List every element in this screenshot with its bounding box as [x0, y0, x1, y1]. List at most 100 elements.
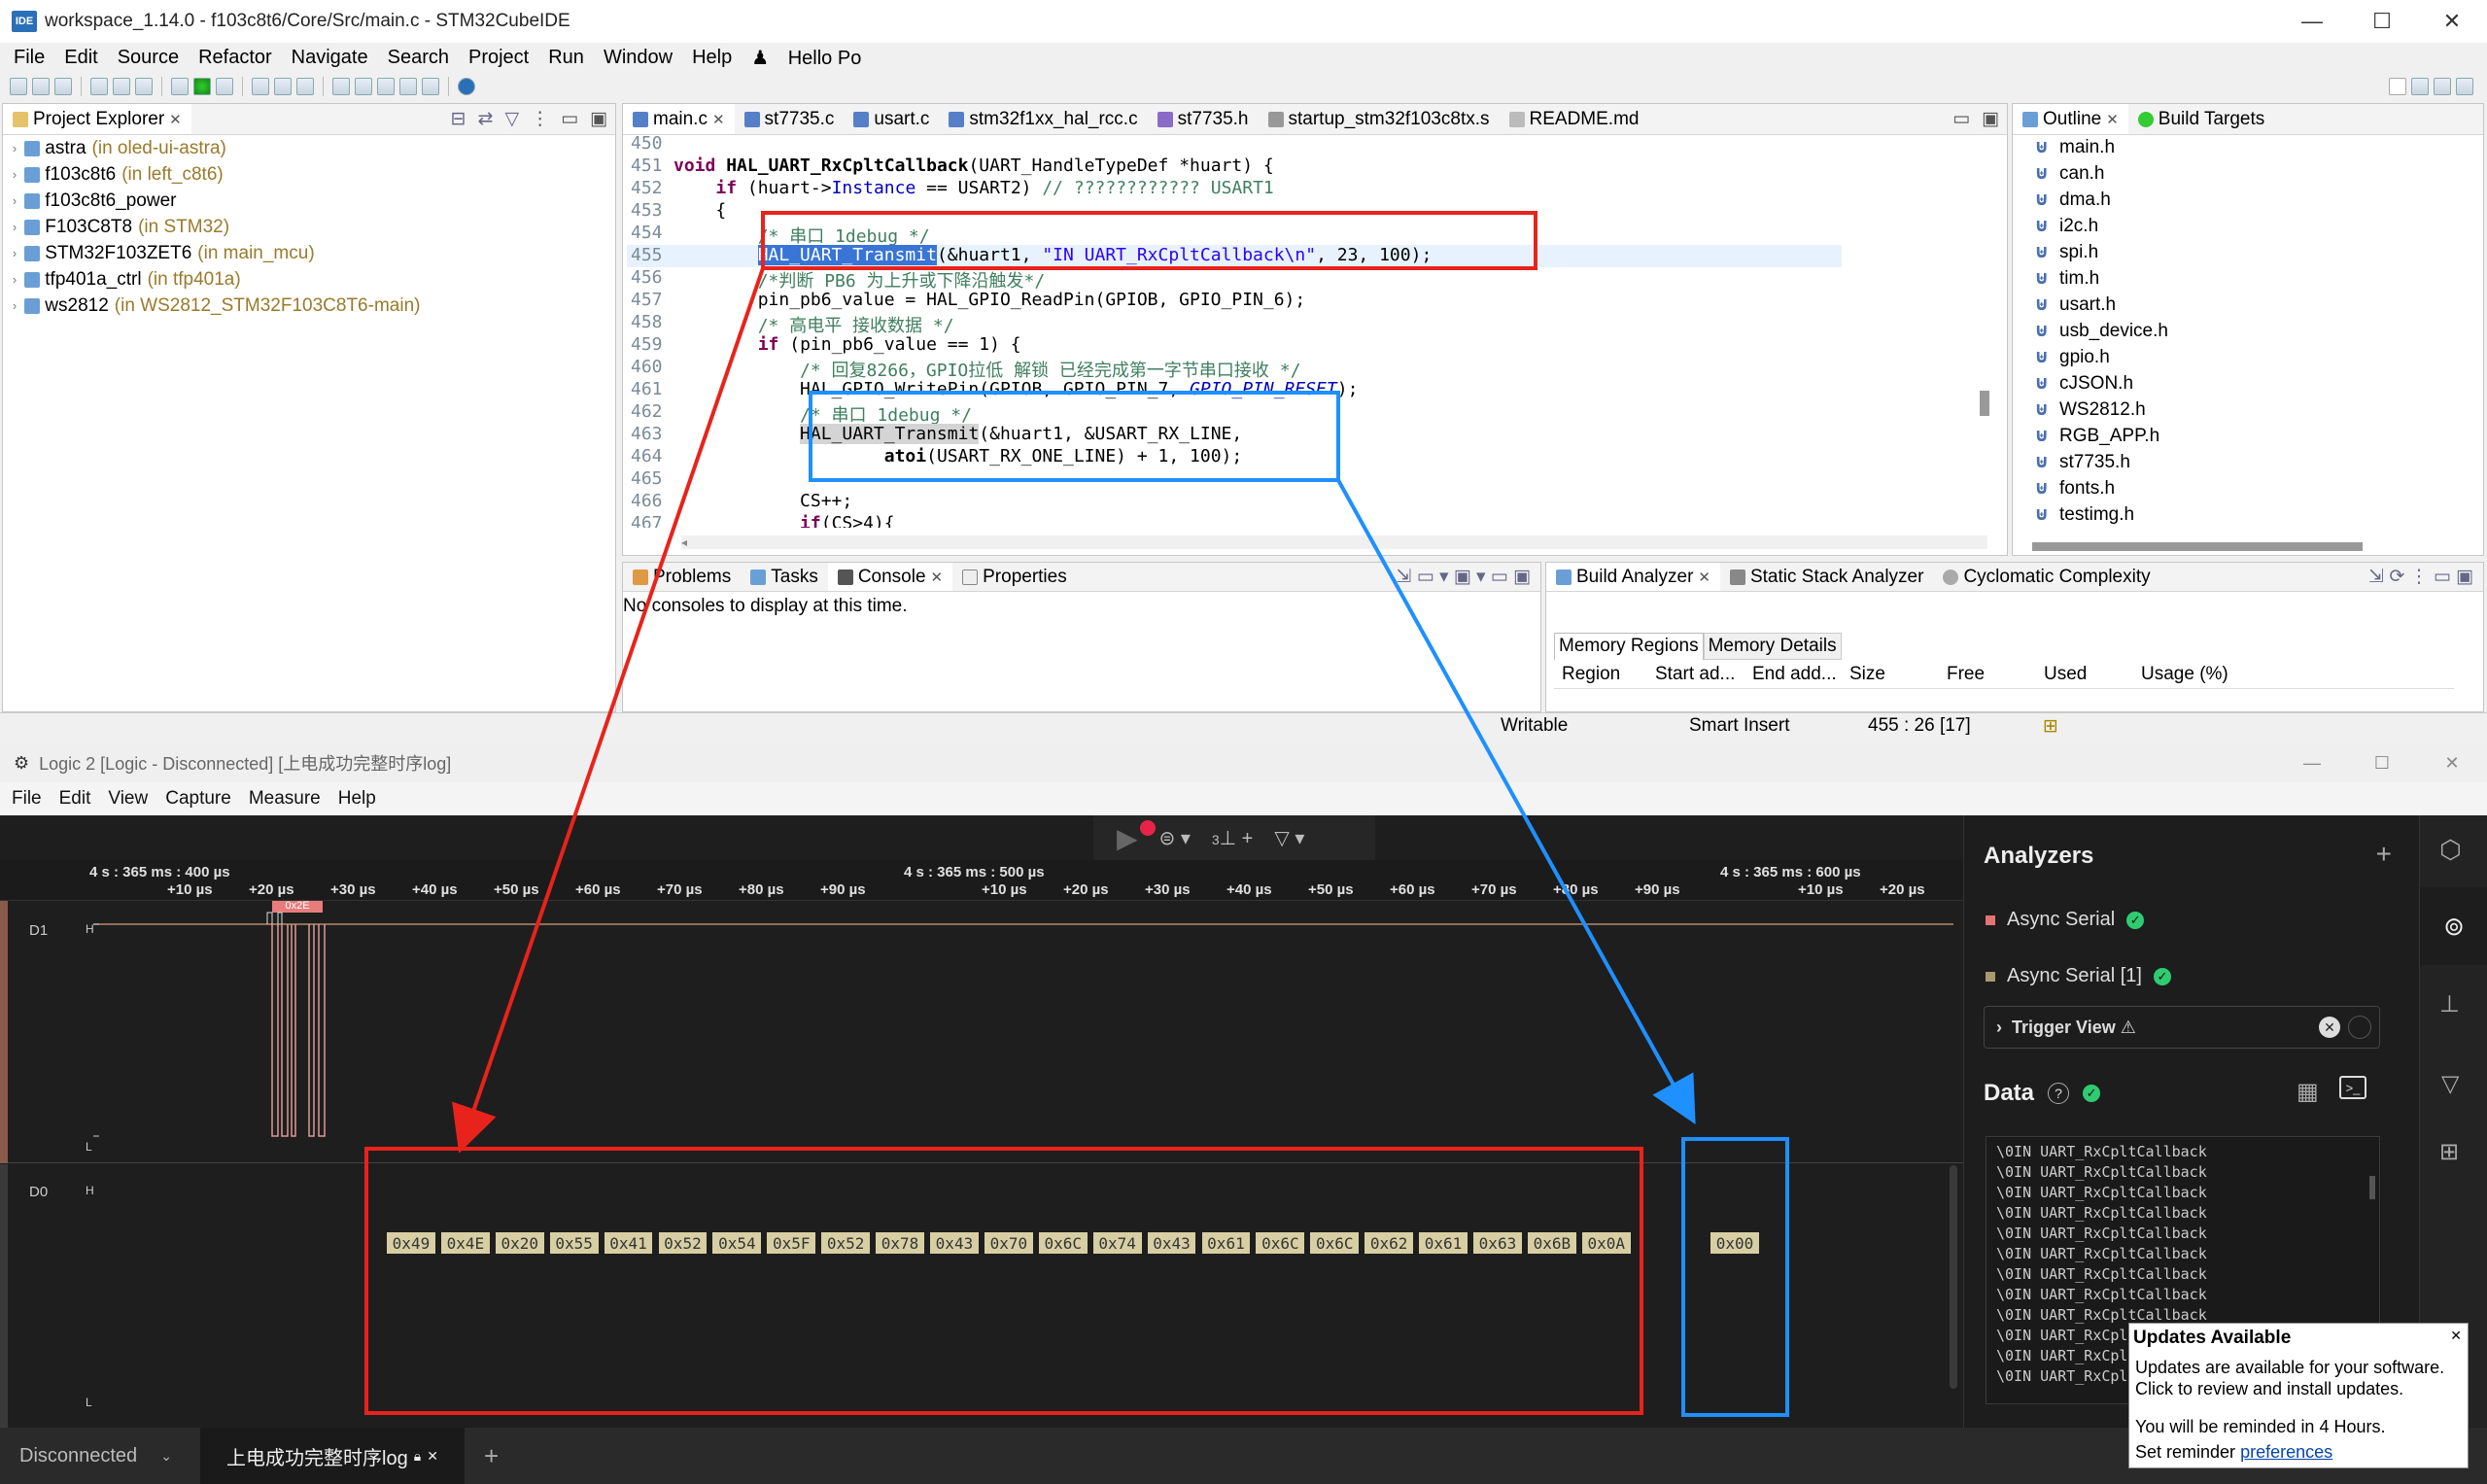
session-tab[interactable]: 上电成功完整时序log 🔒︎ ✕ [200, 1428, 465, 1484]
menu-source[interactable]: Source [118, 47, 179, 69]
outline-item[interactable]: ⊎ cJSON.h [2034, 370, 2168, 397]
d0-decoded-byte[interactable]: 0x61 [1201, 1232, 1251, 1254]
logic-menu-capture[interactable]: Capture [165, 788, 231, 810]
search-toolbar-icon[interactable] [296, 78, 314, 95]
outline-item[interactable]: ⊎ usb_device.h [2034, 318, 2168, 344]
open-type-icon[interactable] [274, 78, 292, 95]
logic-menu-measure[interactable]: Measure [249, 788, 321, 810]
column-end[interactable]: End add... [1748, 664, 1846, 685]
outline-item[interactable]: ⊎ can.h [2034, 160, 2168, 187]
d0-decoded-byte[interactable]: 0x6B [1527, 1232, 1576, 1254]
maximize-icon[interactable]: ☐ [2347, 0, 2417, 43]
close-tab-icon[interactable]: ✕ [2106, 111, 2119, 128]
tree-item-stm32f103zet6[interactable]: › STM32F103ZET6 (in main_mcu) [5, 240, 615, 266]
maximize-icon[interactable]: ☐ [2347, 743, 2417, 782]
d0-decoded-byte[interactable]: 0x54 [712, 1232, 762, 1254]
outline-item[interactable]: ⊎ st7735.h [2034, 449, 2168, 475]
outline-item[interactable]: ⊎ main.h [2034, 134, 2168, 160]
editor-hscrollbar[interactable]: ◂ [681, 535, 1987, 549]
data-scrollbar[interactable] [2369, 1176, 2375, 1199]
maximize-panel-icon[interactable]: ▣ [1982, 108, 1999, 130]
logic-menu-view[interactable]: View [108, 788, 148, 810]
logic-menu-file[interactable]: File [12, 788, 42, 810]
trigger-view-row[interactable]: › Trigger View ⚠ ✕ [1984, 1006, 2380, 1049]
subtab-memory-details[interactable]: Memory Details [1703, 633, 1842, 660]
d0-decoded-byte[interactable]: 0x0A [1581, 1232, 1631, 1254]
tab-console[interactable]: Console ✕ [827, 563, 953, 591]
d0-decoded-byte[interactable]: 0x74 [1092, 1232, 1142, 1254]
close-trigger-view-icon[interactable]: ✕ [2319, 1017, 2340, 1038]
save-all-icon[interactable] [54, 78, 72, 95]
close-tab-icon[interactable]: ✕ [1698, 569, 1710, 586]
debug-icon[interactable] [171, 78, 189, 95]
outline-item[interactable]: ⊎ RGB_APP.h [2034, 423, 2168, 449]
terminal-view-icon[interactable]: >_ [2339, 1076, 2366, 1099]
d0-decoded-byte[interactable]: 0x52 [821, 1232, 871, 1254]
d0-decoded-byte-extra[interactable]: 0x00 [1710, 1232, 1759, 1254]
outline-item[interactable]: ⊎ tim.h [2034, 265, 2168, 292]
tree-item-f103c8t8[interactable]: › F103C8T8 (in STM32) [5, 214, 615, 240]
menu-run[interactable]: Run [548, 47, 584, 69]
close-tab-icon[interactable]: ✕ [931, 569, 944, 586]
external-tools-icon[interactable] [216, 78, 233, 95]
outline-hscrollbar[interactable] [2032, 542, 2363, 551]
tab-main-c[interactable]: main.c ✕ [623, 104, 735, 134]
quick-access-search-icon[interactable] [2389, 78, 2406, 95]
status-icon[interactable]: ⊞ [2043, 715, 2058, 738]
tree-item-ws2812[interactable]: › ws2812 (in WS2812_STM32F103C8T6-main) [5, 293, 615, 319]
column-start[interactable]: Start ad... [1651, 664, 1748, 685]
tab-outline[interactable]: Outline ✕ [2013, 104, 2128, 134]
view-menu-icon[interactable]: ⋮ [531, 108, 549, 130]
tab-usart-c[interactable]: usart.c [844, 104, 939, 134]
minimize-icon[interactable]: — [2277, 743, 2347, 782]
mark-occurrences-icon[interactable] [332, 78, 350, 95]
tab-cyclomatic[interactable]: Cyclomatic Complexity [1933, 563, 2159, 591]
clean-icon[interactable] [135, 78, 153, 95]
preferences-link[interactable]: preferences [2240, 1442, 2332, 1462]
menu-window[interactable]: Window [604, 47, 673, 69]
code-area[interactable]: 450 451 void HAL_UART_RxCpltCallback(UART… [627, 131, 1978, 528]
perspective-icon[interactable] [2411, 78, 2429, 95]
build-icon[interactable] [90, 78, 108, 95]
new-project-icon[interactable] [252, 78, 269, 95]
hammer-icon[interactable] [113, 78, 130, 95]
d0-decoded-byte[interactable]: 0x43 [930, 1232, 979, 1254]
d0-decoded-byte[interactable]: 0x6C [1038, 1232, 1088, 1254]
tab-st7735-h[interactable]: st7735.h [1148, 104, 1259, 134]
subtab-memory-regions[interactable]: Memory Regions [1554, 633, 1704, 660]
menu-project[interactable]: Project [468, 47, 529, 69]
outline-item[interactable]: ⊎ dma.h [2034, 187, 2168, 213]
logic-menu-edit[interactable]: Edit [59, 788, 91, 810]
collapse-all-icon[interactable]: ⊟ [451, 108, 466, 130]
new-icon[interactable] [10, 78, 27, 95]
menu-refactor[interactable]: Refactor [198, 47, 272, 69]
trigger-view-toggle[interactable] [2348, 1016, 2371, 1039]
d0-decoded-byte[interactable]: 0x43 [1147, 1232, 1196, 1254]
tree-item-f103c8t6[interactable]: › f103c8t6 (in left_c8t6) [5, 161, 615, 188]
outline-item[interactable]: ⊎ gpio.h [2034, 344, 2168, 370]
column-used[interactable]: Used [2040, 664, 2137, 685]
console-toolbar-icons[interactable]: ⇲ ▭ ▾ ▣ ▾ ▭ ▣ [1397, 566, 1531, 588]
outline-item[interactable]: ⊎ testimg.h [2034, 501, 2168, 528]
outline-item[interactable]: ⊎ i2c.h [2034, 213, 2168, 239]
d0-decoded-byte[interactable]: 0x41 [604, 1232, 653, 1254]
tree-item-f103c8t6-power[interactable]: › f103c8t6_power [5, 188, 615, 214]
column-region[interactable]: Region [1554, 664, 1651, 685]
build-analyzer-toolbar-icons[interactable]: ⇲ ⟳ ⋮ ▭ ▣ [2368, 566, 2473, 588]
tab-build-targets[interactable]: Build Targets [2128, 104, 2275, 134]
outline-item[interactable]: ⊎ spi.h [2034, 239, 2168, 265]
tree-item-tfp401a-ctrl[interactable]: › tfp401a_ctrl (in tfp401a) [5, 266, 615, 293]
waveform-area[interactable]: ▶ ⊜ ▾ 3⊥ + ▽ ▾ 4 s : 365 ms : 400 µs 4 s… [0, 815, 1963, 1428]
d0-decoded-byte[interactable]: 0x61 [1419, 1232, 1468, 1254]
menu-user[interactable]: ♟ Hello Po [751, 46, 867, 70]
add-analyzer-button[interactable]: + [2376, 839, 2392, 870]
logic-menu-help[interactable]: Help [338, 788, 376, 810]
d0-decoded-byte[interactable]: 0x6C [1256, 1232, 1305, 1254]
d0-decoded-byte[interactable]: 0x70 [984, 1232, 1033, 1254]
perspective-debug-icon[interactable] [2456, 78, 2473, 95]
column-free[interactable]: Free [1943, 664, 2040, 685]
menu-edit[interactable]: Edit [64, 47, 97, 69]
menu-search[interactable]: Search [388, 47, 449, 69]
device-icon[interactable]: ⬡ [2439, 835, 2462, 865]
close-session-icon[interactable]: ✕ [427, 1448, 438, 1465]
